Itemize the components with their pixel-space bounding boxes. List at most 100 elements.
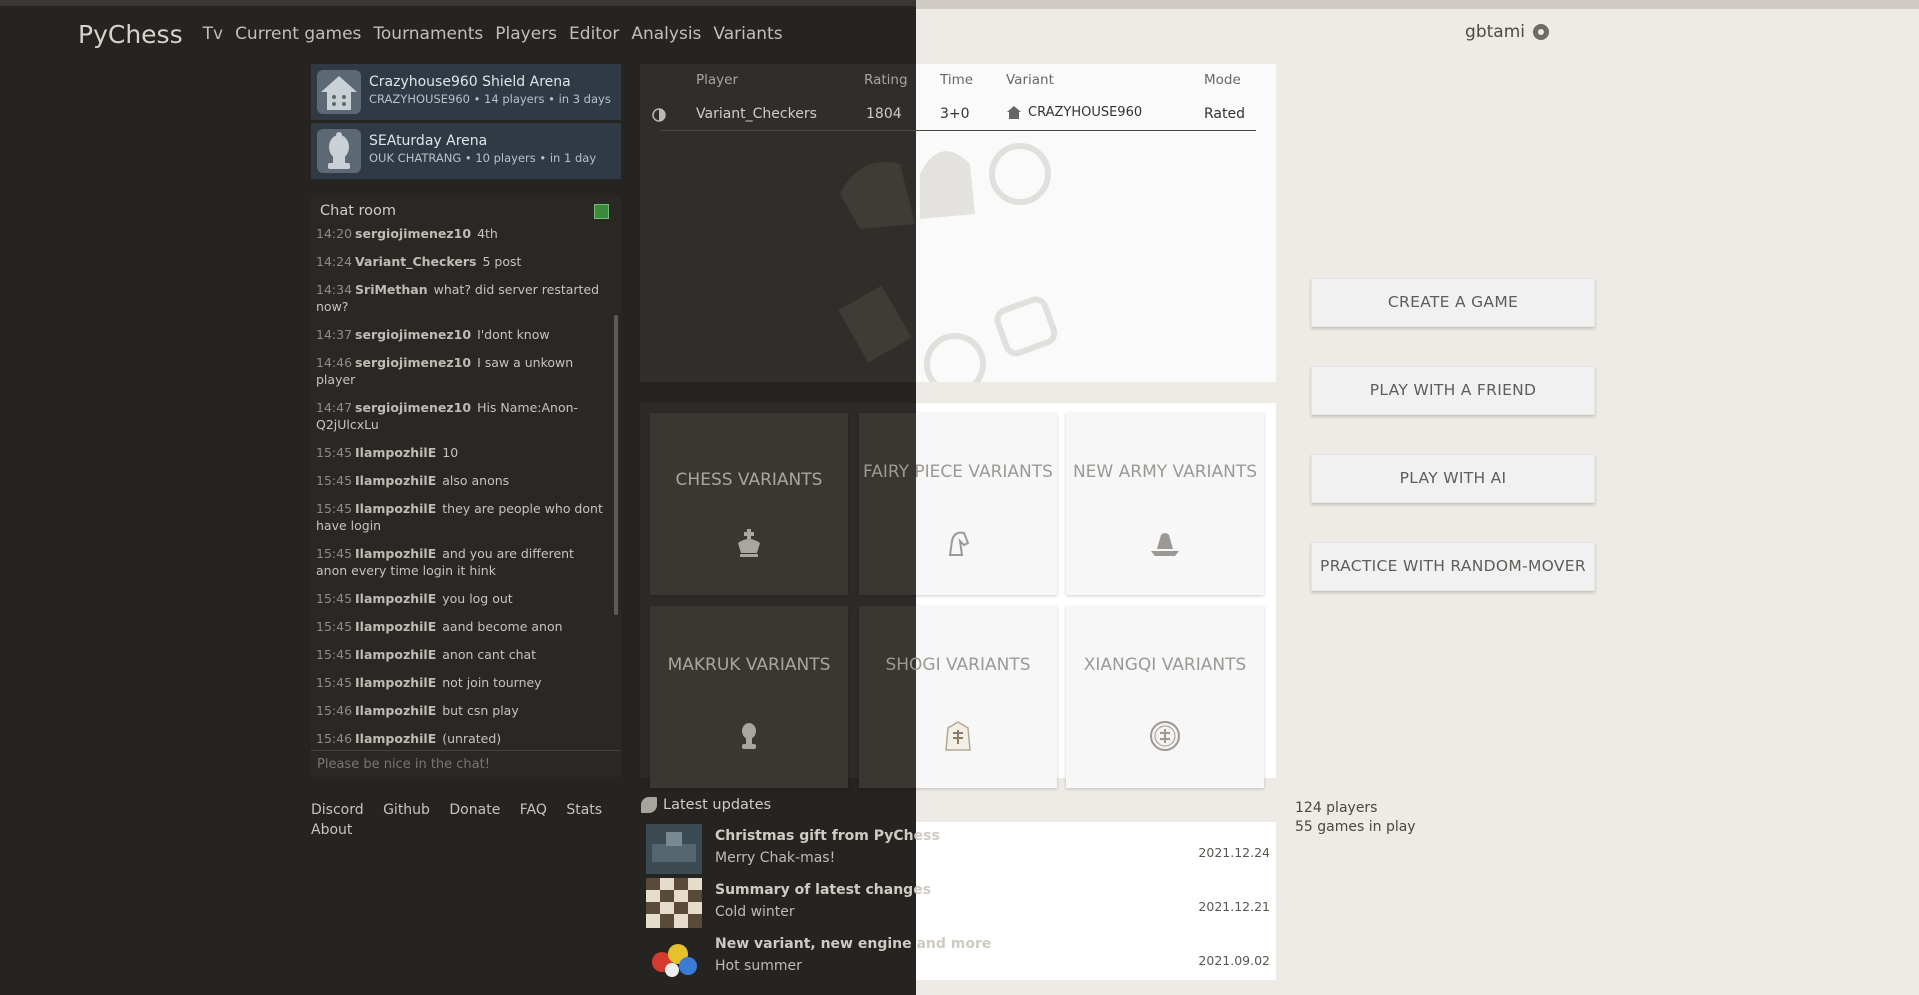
tile-label: NEW ARMY VARIANTS xyxy=(1072,462,1258,482)
chat-username[interactable]: sergiojimenez10 xyxy=(355,355,471,370)
update-title[interactable]: Christmas gift from PyChess xyxy=(715,828,940,844)
update-date: 2021.09.02 xyxy=(1198,953,1270,968)
chat-username[interactable]: IlampozhilE xyxy=(355,619,436,634)
chat-text: but csn play xyxy=(442,703,519,718)
update-title[interactable]: New variant, new engine and more xyxy=(715,936,991,952)
chat-message: 14:20 sergiojimenez10 4th xyxy=(316,225,606,242)
chat-username[interactable]: IlampozhilE xyxy=(355,501,436,516)
games-count: 55 games in play xyxy=(1295,819,1416,835)
chat-timestamp: 14:37 xyxy=(316,327,353,342)
shogi-icon xyxy=(945,721,971,751)
tournament-info: OUK CHATRANG • 10 players • in 1 day xyxy=(369,151,597,165)
link-about[interactable]: About xyxy=(311,822,352,838)
link-github[interactable]: Github xyxy=(383,802,430,818)
nav-variants[interactable]: Variants xyxy=(713,24,782,44)
nav-tv[interactable]: Tv xyxy=(203,24,223,44)
tile-chess-variants[interactable]: CHESS VARIANTS xyxy=(650,413,848,595)
tile-makruk-variants[interactable]: MAKRUK VARIANTS xyxy=(650,606,848,788)
chat-username[interactable]: Variant_Checkers xyxy=(355,254,476,269)
tile-xiangqi-variants[interactable]: XIANGQI VARIANTS xyxy=(1066,606,1264,788)
seek-rating: 1804 xyxy=(866,106,902,122)
create-game-button[interactable]: CREATE A GAME xyxy=(1311,278,1595,327)
link-stats[interactable]: Stats xyxy=(566,802,602,818)
chat-messages[interactable]: 14:20 sergiojimenez10 4th 14:24 Variant_Chec… xyxy=(316,225,606,749)
chat-text: 4th xyxy=(477,226,498,241)
chat-message: 15:46 IlampozhilE (unrated) xyxy=(316,730,606,747)
play-with-ai-button[interactable]: PLAY WITH AI xyxy=(1311,454,1595,503)
nav-tournaments[interactable]: Tournaments xyxy=(373,24,483,44)
user-menu[interactable]: gbtami xyxy=(1465,22,1549,42)
seek-variant: CRAZYHOUSE960 xyxy=(1028,105,1143,120)
chat-timestamp: 15:45 xyxy=(316,647,353,662)
username[interactable]: gbtami xyxy=(1465,22,1525,42)
chat-username[interactable]: IlampozhilE xyxy=(355,546,436,561)
chat-message: 15:45 IlampozhilE also anons xyxy=(316,472,606,489)
chat-message: 15:45 IlampozhilE 10 xyxy=(316,444,606,461)
chat-username[interactable]: IlampozhilE xyxy=(355,473,436,488)
practice-random-mover-button[interactable]: PRACTICE WITH RANDOM-MOVER xyxy=(1311,542,1595,591)
chat-message: 15:45 IlampozhilE they are people who dont… xyxy=(316,500,606,534)
tile-label: MAKRUK VARIANTS xyxy=(667,655,831,675)
nav-players[interactable]: Players xyxy=(495,24,557,44)
nav-analysis[interactable]: Analysis xyxy=(631,24,701,44)
tournament-card[interactable]: Crazyhouse960 Shield Arena CRAZYHOUSE960… xyxy=(311,64,621,120)
chat-username[interactable]: sergiojimenez10 xyxy=(355,226,471,241)
link-discord[interactable]: Discord xyxy=(311,802,364,818)
chat-timestamp: 15:46 xyxy=(316,703,353,718)
col-mode[interactable]: Mode xyxy=(1204,72,1241,88)
chat-username[interactable]: IlampozhilE xyxy=(355,675,436,690)
footer-links: Discord Github Donate FAQ Stats About xyxy=(311,800,621,840)
chat-timestamp: 15:45 xyxy=(316,445,353,460)
update-item[interactable]: Summary of latest changes Cold winter 20… xyxy=(640,876,1276,930)
update-item[interactable]: Christmas gift from PyChess Merry Chak-m… xyxy=(640,822,1276,876)
chat-username[interactable]: IlampozhilE xyxy=(355,731,436,746)
chat-username[interactable]: IlampozhilE xyxy=(355,703,436,718)
online-stats: 124 players 55 games in play xyxy=(1295,799,1416,837)
chat-scrollbar[interactable] xyxy=(614,315,618,615)
crazyhouse-variant-icon xyxy=(1006,104,1022,124)
col-player[interactable]: Player xyxy=(696,72,738,88)
chat-timestamp: 15:46 xyxy=(316,731,353,746)
update-subtitle: Hot summer xyxy=(715,958,802,974)
col-variant[interactable]: Variant xyxy=(1006,72,1054,88)
gear-icon[interactable] xyxy=(1533,24,1549,40)
col-time[interactable]: Time xyxy=(940,72,973,88)
updates-title: Latest updates xyxy=(663,797,772,813)
seek-time: 3+0 xyxy=(940,106,970,122)
tile-fairy-piece-variants[interactable]: FAIRY PIECE VARIANTS xyxy=(859,413,1057,595)
variant-tiles: CHESS VARIANTS FAIRY PIECE VARIANTS NEW … xyxy=(640,403,1276,788)
feather-icon xyxy=(641,797,657,813)
seeks-table: Player Rating Time Variant Mode Variant_… xyxy=(640,64,1276,382)
link-faq[interactable]: FAQ xyxy=(520,802,547,818)
tournament-card[interactable]: SEAturday Arena OUK CHATRANG • 10 player… xyxy=(311,123,621,179)
nav-editor[interactable]: Editor xyxy=(569,24,619,44)
update-title[interactable]: Summary of latest changes xyxy=(715,882,931,898)
chat-username[interactable]: sergiojimenez10 xyxy=(355,327,471,342)
top-navigation: PyChess Tv Current games Tournaments Pla… xyxy=(78,18,795,50)
chat-username[interactable]: sergiojimenez10 xyxy=(355,400,471,415)
chat-room: Chat room 14:20 sergiojimenez10 4th 14:24 Va… xyxy=(311,195,621,777)
chat-username[interactable]: IlampozhilE xyxy=(355,647,436,662)
nav-current-games[interactable]: Current games xyxy=(235,24,361,44)
chat-input[interactable] xyxy=(315,756,614,773)
chat-toggle-checkbox[interactable] xyxy=(594,204,609,219)
chat-message: 15:45 IlampozhilE not join tourney xyxy=(316,674,606,691)
top-edge-light xyxy=(916,0,1919,9)
play-with-friend-button[interactable]: PLAY WITH A FRIEND xyxy=(1311,366,1595,415)
chat-message: 15:45 IlampozhilE aand become anon xyxy=(316,618,606,635)
tile-new-army-variants[interactable]: NEW ARMY VARIANTS xyxy=(1066,413,1264,595)
tile-shogi-variants[interactable]: SHOGI VARIANTS xyxy=(859,606,1057,788)
seek-player[interactable]: Variant_Checkers xyxy=(696,106,817,122)
chat-username[interactable]: SriMethan xyxy=(355,282,428,297)
brand-logo[interactable]: PyChess xyxy=(78,20,183,49)
players-count: 124 players xyxy=(1295,800,1378,816)
hat-icon xyxy=(1151,533,1179,556)
chat-username[interactable]: IlampozhilE xyxy=(355,591,436,606)
col-rating[interactable]: Rating xyxy=(864,72,908,88)
chat-username[interactable]: IlampozhilE xyxy=(355,445,436,460)
update-item[interactable]: New variant, new engine and more Hot sum… xyxy=(640,930,1276,984)
link-donate[interactable]: Donate xyxy=(449,802,500,818)
chat-text: aand become anon xyxy=(442,619,563,634)
update-thumbnail xyxy=(646,932,702,982)
crazyhouse960-icon xyxy=(317,70,361,114)
